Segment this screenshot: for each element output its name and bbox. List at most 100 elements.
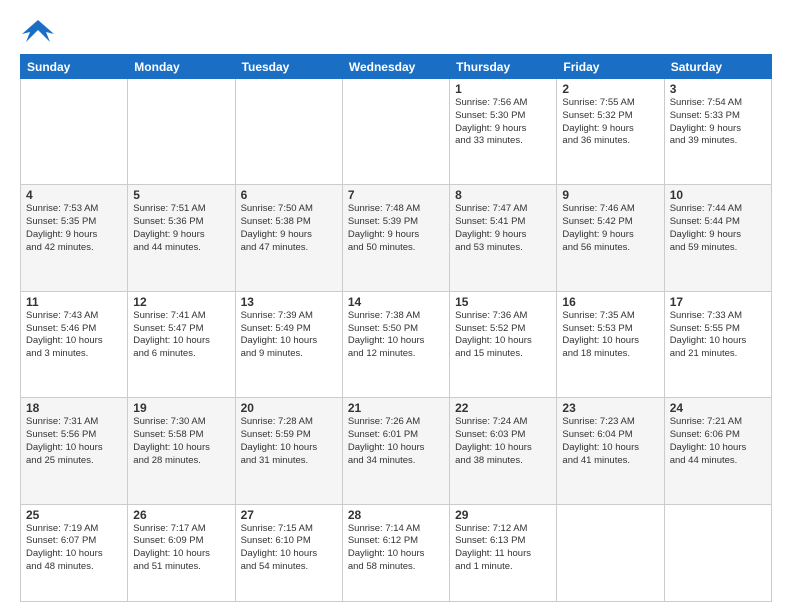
day-info: Sunrise: 7:44 AM Sunset: 5:44 PM Dayligh… <box>670 203 766 254</box>
calendar-header-wednesday: Wednesday <box>342 55 449 79</box>
day-number: 19 <box>133 401 229 415</box>
calendar-day: 12Sunrise: 7:41 AM Sunset: 5:47 PM Dayli… <box>128 291 235 397</box>
day-number: 13 <box>241 295 337 309</box>
page: SundayMondayTuesdayWednesdayThursdayFrid… <box>0 0 792 612</box>
calendar-day: 20Sunrise: 7:28 AM Sunset: 5:59 PM Dayli… <box>235 398 342 504</box>
day-number: 17 <box>670 295 766 309</box>
calendar-day <box>21 79 128 185</box>
calendar-day: 11Sunrise: 7:43 AM Sunset: 5:46 PM Dayli… <box>21 291 128 397</box>
header <box>20 16 772 46</box>
calendar-day: 18Sunrise: 7:31 AM Sunset: 5:56 PM Dayli… <box>21 398 128 504</box>
day-info: Sunrise: 7:17 AM Sunset: 6:09 PM Dayligh… <box>133 523 229 574</box>
day-info: Sunrise: 7:55 AM Sunset: 5:32 PM Dayligh… <box>562 97 658 148</box>
day-info: Sunrise: 7:48 AM Sunset: 5:39 PM Dayligh… <box>348 203 444 254</box>
day-info: Sunrise: 7:56 AM Sunset: 5:30 PM Dayligh… <box>455 97 551 148</box>
calendar-day: 16Sunrise: 7:35 AM Sunset: 5:53 PM Dayli… <box>557 291 664 397</box>
day-number: 25 <box>26 508 122 522</box>
day-info: Sunrise: 7:53 AM Sunset: 5:35 PM Dayligh… <box>26 203 122 254</box>
calendar-day <box>664 504 771 601</box>
day-number: 29 <box>455 508 551 522</box>
calendar-day: 3Sunrise: 7:54 AM Sunset: 5:33 PM Daylig… <box>664 79 771 185</box>
day-number: 8 <box>455 188 551 202</box>
logo <box>20 16 60 46</box>
calendar-day: 13Sunrise: 7:39 AM Sunset: 5:49 PM Dayli… <box>235 291 342 397</box>
day-info: Sunrise: 7:38 AM Sunset: 5:50 PM Dayligh… <box>348 310 444 361</box>
day-number: 28 <box>348 508 444 522</box>
day-info: Sunrise: 7:39 AM Sunset: 5:49 PM Dayligh… <box>241 310 337 361</box>
day-number: 5 <box>133 188 229 202</box>
day-number: 18 <box>26 401 122 415</box>
day-number: 9 <box>562 188 658 202</box>
day-info: Sunrise: 7:12 AM Sunset: 6:13 PM Dayligh… <box>455 523 551 574</box>
calendar-day <box>557 504 664 601</box>
calendar-day: 28Sunrise: 7:14 AM Sunset: 6:12 PM Dayli… <box>342 504 449 601</box>
day-number: 22 <box>455 401 551 415</box>
calendar-day: 21Sunrise: 7:26 AM Sunset: 6:01 PM Dayli… <box>342 398 449 504</box>
calendar-header-thursday: Thursday <box>450 55 557 79</box>
day-number: 14 <box>348 295 444 309</box>
calendar-day: 6Sunrise: 7:50 AM Sunset: 5:38 PM Daylig… <box>235 185 342 291</box>
day-info: Sunrise: 7:46 AM Sunset: 5:42 PM Dayligh… <box>562 203 658 254</box>
calendar-day <box>235 79 342 185</box>
calendar-day: 10Sunrise: 7:44 AM Sunset: 5:44 PM Dayli… <box>664 185 771 291</box>
calendar-day: 27Sunrise: 7:15 AM Sunset: 6:10 PM Dayli… <box>235 504 342 601</box>
day-info: Sunrise: 7:19 AM Sunset: 6:07 PM Dayligh… <box>26 523 122 574</box>
calendar-day: 9Sunrise: 7:46 AM Sunset: 5:42 PM Daylig… <box>557 185 664 291</box>
day-info: Sunrise: 7:28 AM Sunset: 5:59 PM Dayligh… <box>241 416 337 467</box>
day-number: 2 <box>562 82 658 96</box>
day-info: Sunrise: 7:21 AM Sunset: 6:06 PM Dayligh… <box>670 416 766 467</box>
day-info: Sunrise: 7:26 AM Sunset: 6:01 PM Dayligh… <box>348 416 444 467</box>
day-number: 3 <box>670 82 766 96</box>
day-number: 26 <box>133 508 229 522</box>
day-number: 12 <box>133 295 229 309</box>
day-number: 10 <box>670 188 766 202</box>
calendar-header-friday: Friday <box>557 55 664 79</box>
calendar-day: 8Sunrise: 7:47 AM Sunset: 5:41 PM Daylig… <box>450 185 557 291</box>
calendar-header-tuesday: Tuesday <box>235 55 342 79</box>
day-info: Sunrise: 7:41 AM Sunset: 5:47 PM Dayligh… <box>133 310 229 361</box>
week-row-5: 25Sunrise: 7:19 AM Sunset: 6:07 PM Dayli… <box>21 504 772 601</box>
calendar-day: 7Sunrise: 7:48 AM Sunset: 5:39 PM Daylig… <box>342 185 449 291</box>
week-row-1: 1Sunrise: 7:56 AM Sunset: 5:30 PM Daylig… <box>21 79 772 185</box>
day-info: Sunrise: 7:14 AM Sunset: 6:12 PM Dayligh… <box>348 523 444 574</box>
week-row-4: 18Sunrise: 7:31 AM Sunset: 5:56 PM Dayli… <box>21 398 772 504</box>
day-info: Sunrise: 7:51 AM Sunset: 5:36 PM Dayligh… <box>133 203 229 254</box>
day-number: 4 <box>26 188 122 202</box>
day-info: Sunrise: 7:36 AM Sunset: 5:52 PM Dayligh… <box>455 310 551 361</box>
day-info: Sunrise: 7:35 AM Sunset: 5:53 PM Dayligh… <box>562 310 658 361</box>
calendar-header-sunday: Sunday <box>21 55 128 79</box>
calendar-header-saturday: Saturday <box>664 55 771 79</box>
calendar-day: 19Sunrise: 7:30 AM Sunset: 5:58 PM Dayli… <box>128 398 235 504</box>
week-row-3: 11Sunrise: 7:43 AM Sunset: 5:46 PM Dayli… <box>21 291 772 397</box>
calendar-table: SundayMondayTuesdayWednesdayThursdayFrid… <box>20 54 772 602</box>
day-info: Sunrise: 7:33 AM Sunset: 5:55 PM Dayligh… <box>670 310 766 361</box>
day-number: 27 <box>241 508 337 522</box>
day-info: Sunrise: 7:50 AM Sunset: 5:38 PM Dayligh… <box>241 203 337 254</box>
day-number: 16 <box>562 295 658 309</box>
calendar-day: 5Sunrise: 7:51 AM Sunset: 5:36 PM Daylig… <box>128 185 235 291</box>
day-number: 6 <box>241 188 337 202</box>
calendar-day: 1Sunrise: 7:56 AM Sunset: 5:30 PM Daylig… <box>450 79 557 185</box>
day-info: Sunrise: 7:15 AM Sunset: 6:10 PM Dayligh… <box>241 523 337 574</box>
calendar-day <box>342 79 449 185</box>
calendar-day: 25Sunrise: 7:19 AM Sunset: 6:07 PM Dayli… <box>21 504 128 601</box>
day-info: Sunrise: 7:31 AM Sunset: 5:56 PM Dayligh… <box>26 416 122 467</box>
day-info: Sunrise: 7:24 AM Sunset: 6:03 PM Dayligh… <box>455 416 551 467</box>
calendar-day: 17Sunrise: 7:33 AM Sunset: 5:55 PM Dayli… <box>664 291 771 397</box>
calendar-day: 4Sunrise: 7:53 AM Sunset: 5:35 PM Daylig… <box>21 185 128 291</box>
day-number: 11 <box>26 295 122 309</box>
calendar-header-row: SundayMondayTuesdayWednesdayThursdayFrid… <box>21 55 772 79</box>
calendar-header-monday: Monday <box>128 55 235 79</box>
day-number: 1 <box>455 82 551 96</box>
calendar-day <box>128 79 235 185</box>
calendar-day: 2Sunrise: 7:55 AM Sunset: 5:32 PM Daylig… <box>557 79 664 185</box>
week-row-2: 4Sunrise: 7:53 AM Sunset: 5:35 PM Daylig… <box>21 185 772 291</box>
calendar-day: 23Sunrise: 7:23 AM Sunset: 6:04 PM Dayli… <box>557 398 664 504</box>
day-number: 24 <box>670 401 766 415</box>
logo-icon <box>20 16 56 46</box>
calendar-day: 24Sunrise: 7:21 AM Sunset: 6:06 PM Dayli… <box>664 398 771 504</box>
day-info: Sunrise: 7:30 AM Sunset: 5:58 PM Dayligh… <box>133 416 229 467</box>
day-number: 7 <box>348 188 444 202</box>
day-info: Sunrise: 7:47 AM Sunset: 5:41 PM Dayligh… <box>455 203 551 254</box>
day-number: 15 <box>455 295 551 309</box>
